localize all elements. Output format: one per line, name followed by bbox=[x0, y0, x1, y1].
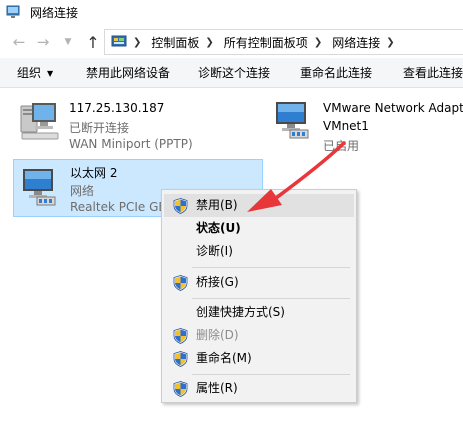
connection-vpn[interactable]: 117.25.130.187 已断开连接 WAN Miniport (PPTP) bbox=[18, 98, 268, 152]
menu-item-delete: 删除(D) bbox=[164, 324, 354, 347]
menu-item-label: 删除(D) bbox=[196, 328, 239, 342]
organize-label: 组织 bbox=[17, 66, 42, 80]
address-bar: ← → ▼ ↑ ❯ 控制面板 ❯ 所有控制面板项 ❯ 网络连接 ❯ bbox=[0, 28, 463, 56]
menu-item-rename[interactable]: 重命名(M) bbox=[164, 347, 354, 370]
chevron-down-icon: ▼ bbox=[47, 69, 54, 78]
chevron-right-icon[interactable]: ❯ bbox=[386, 37, 394, 48]
menu-item-status[interactable]: 状态(U) bbox=[164, 217, 354, 240]
arrow-left-icon[interactable]: ← bbox=[10, 28, 28, 56]
chevron-right-icon[interactable]: ❯ bbox=[133, 37, 141, 48]
menu-item-label: 诊断(I) bbox=[196, 244, 233, 258]
organize-button[interactable]: 组织 ▼ bbox=[17, 58, 53, 88]
disable-device-button[interactable]: 禁用此网络设备 bbox=[86, 58, 170, 88]
network-adapter-icon bbox=[276, 102, 309, 139]
connection-status: VMnet1 bbox=[323, 119, 369, 133]
breadcrumb-network-connections[interactable]: 网络连接 bbox=[332, 34, 380, 51]
menu-item-label: 重命名(M) bbox=[196, 351, 252, 365]
menu-item-label: 属性(R) bbox=[196, 381, 238, 395]
uac-shield-icon bbox=[173, 328, 188, 344]
ethernet-adapter-icon bbox=[23, 169, 56, 206]
window-title: 网络连接 bbox=[30, 5, 79, 20]
connection-status: 已断开连接 bbox=[69, 121, 130, 135]
menu-separator bbox=[192, 374, 350, 375]
vpn-connection-icon bbox=[20, 103, 59, 140]
network-connections-icon bbox=[6, 5, 20, 18]
chevron-right-icon[interactable]: ❯ bbox=[205, 37, 213, 48]
uac-shield-icon bbox=[173, 198, 188, 214]
uac-shield-icon bbox=[173, 381, 188, 397]
menu-item-disable[interactable]: 禁用(B) bbox=[164, 194, 354, 217]
uac-shield-icon bbox=[173, 275, 188, 291]
connection-device: WAN Miniport (PPTP) bbox=[69, 137, 193, 151]
address-box[interactable]: ❯ 控制面板 ❯ 所有控制面板项 ❯ 网络连接 ❯ bbox=[104, 29, 463, 55]
arrow-up-icon[interactable]: ↑ bbox=[84, 28, 102, 56]
chevron-down-icon[interactable]: ▼ bbox=[59, 28, 77, 56]
connection-name: 117.25.130.187 bbox=[69, 101, 165, 115]
connection-device: 已启用 bbox=[323, 139, 360, 153]
rename-button[interactable]: 重命名此连接 bbox=[300, 58, 372, 88]
title-bar: 网络连接 bbox=[0, 0, 463, 24]
menu-item-bridge[interactable]: 桥接(G) bbox=[164, 271, 354, 294]
chevron-right-icon[interactable]: ❯ bbox=[314, 37, 322, 48]
connection-vmware[interactable]: VMware Network Adapt VMnet1 已启用 bbox=[272, 98, 463, 153]
view-status-button[interactable]: 查看此连接 bbox=[403, 58, 463, 88]
uac-shield-icon bbox=[173, 351, 188, 367]
connection-status: 网络 bbox=[70, 184, 95, 198]
connection-name: VMware Network Adapt bbox=[323, 101, 463, 115]
diagnose-button[interactable]: 诊断这个连接 bbox=[198, 58, 270, 88]
menu-item-label: 创建快捷方式(S) bbox=[196, 305, 285, 319]
menu-separator bbox=[192, 298, 350, 299]
breadcrumb-all-items[interactable]: 所有控制面板项 bbox=[224, 34, 308, 51]
menu-item-label: 状态(U) bbox=[196, 221, 241, 235]
connection-device: Realtek PCIe GB bbox=[70, 200, 167, 214]
menu-item-label: 桥接(G) bbox=[196, 275, 239, 289]
connection-name: 以太网 2 bbox=[70, 166, 118, 180]
breadcrumb-control-panel[interactable]: 控制面板 bbox=[151, 34, 199, 51]
menu-item-create-shortcut[interactable]: 创建快捷方式(S) bbox=[164, 301, 354, 324]
menu-item-diagnose[interactable]: 诊断(I) bbox=[164, 240, 354, 263]
context-menu: 禁用(B) 状态(U) 诊断(I) 桥接(G) 创建快捷方式(S) 删除(D) bbox=[161, 189, 357, 403]
command-bar: 组织 ▼ 禁用此网络设备 诊断这个连接 重命名此连接 查看此连接 bbox=[0, 58, 463, 88]
menu-item-properties[interactable]: 属性(R) bbox=[164, 377, 354, 400]
arrow-right-icon[interactable]: → bbox=[34, 28, 52, 56]
control-panel-icon bbox=[111, 35, 127, 47]
menu-item-label: 禁用(B) bbox=[196, 198, 238, 212]
menu-separator bbox=[192, 267, 350, 268]
